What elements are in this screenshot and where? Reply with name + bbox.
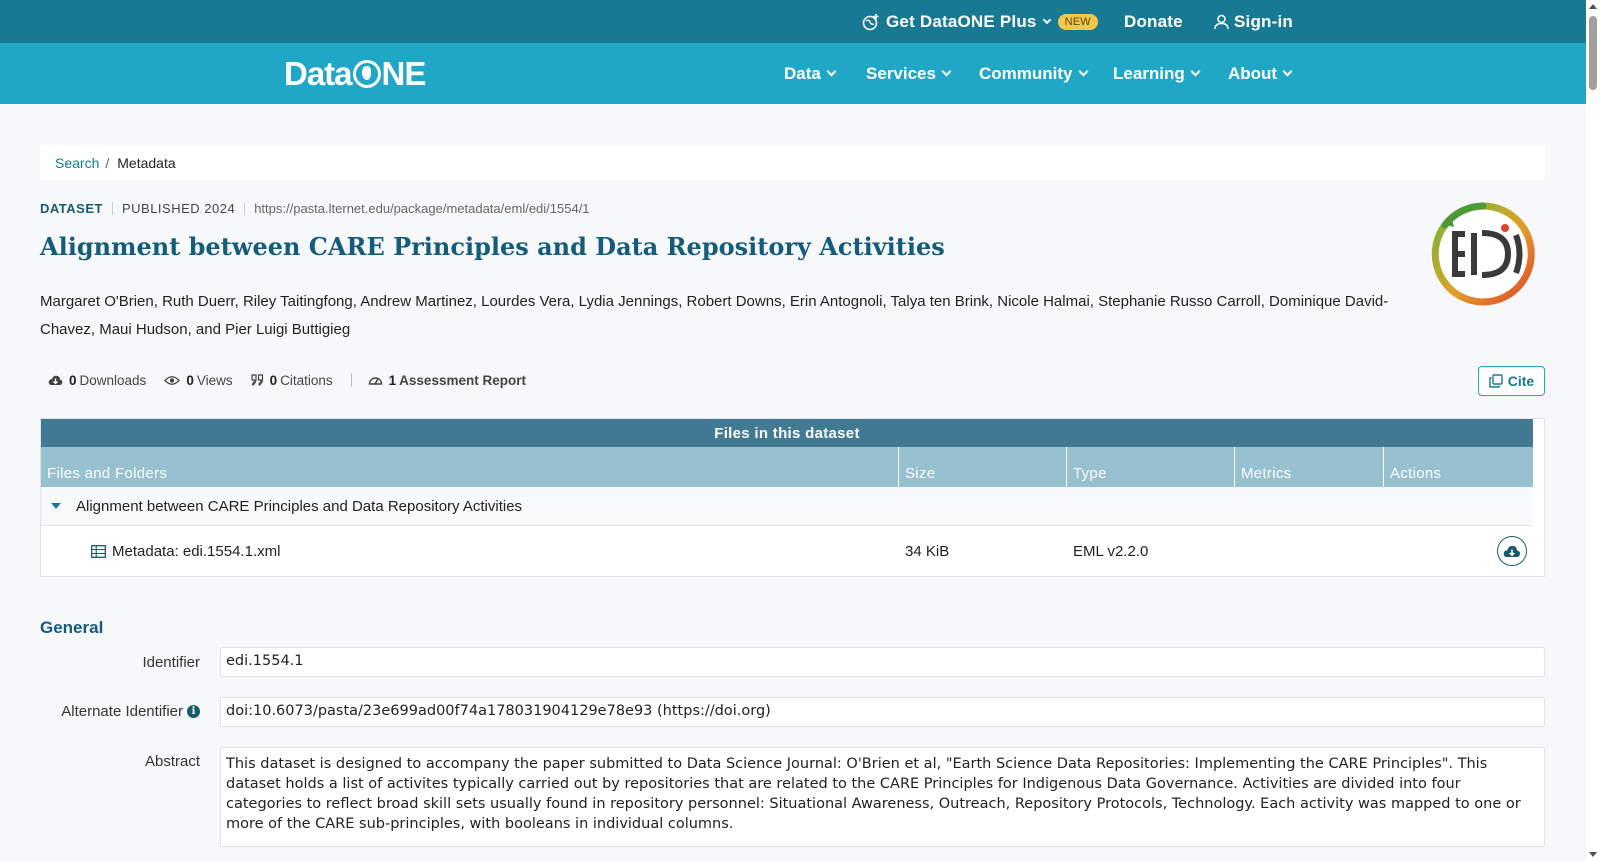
column-header-files[interactable]: Files and Folders [41, 447, 899, 487]
new-badge: NEW [1057, 13, 1098, 30]
published-year: PUBLISHED 2024 [121, 200, 236, 216]
citations-label: Citations [280, 372, 333, 388]
dataset-authors: Margaret O'Brien, Ruth Duerr, Riley Tait… [40, 293, 1389, 338]
assessment-count: 1 [388, 372, 397, 388]
downloads-label: Downloads [79, 372, 147, 388]
edi-logo[interactable] [1430, 201, 1536, 307]
dataset-metrics: 0 Downloads 0 Views 0 Citations 1 Assess… [48, 370, 544, 390]
dataset-url[interactable]: https://pasta.lternet.edu/package/metada… [254, 201, 589, 216]
caret-down-icon[interactable] [51, 503, 61, 509]
downloads-count: 0 [69, 372, 77, 388]
table-icon [91, 545, 106, 558]
breadcrumb: Search / Metadata [40, 145, 1545, 180]
column-header-metrics: Metrics [1235, 447, 1384, 487]
file-name-cell[interactable]: Metadata: edi.1554.1.xml [91, 527, 280, 576]
cite-button[interactable]: Cite [1478, 366, 1545, 396]
user-icon [1214, 14, 1229, 29]
utility-bar: Get DataONE Plus NEW Donate Sign-in [0, 0, 1586, 43]
files-table: Files in this dataset Files and Folders … [40, 418, 1545, 577]
alternate-identifier-label-text: Alternate Identifier [61, 702, 183, 720]
abstract-label-text: Abstract [144, 752, 200, 770]
chevron-down-icon [1078, 66, 1088, 77]
dataset-title: Alignment between CARE Principles and Da… [40, 232, 945, 261]
cloud-download-icon [48, 375, 63, 385]
breadcrumb-current: Metadata [117, 154, 176, 171]
assessment-label: Assessment Report [399, 372, 526, 388]
views-count: 0 [186, 372, 194, 388]
page-scrollbar[interactable] [1586, 0, 1600, 861]
donate-link[interactable]: Donate [1124, 0, 1183, 43]
nav-services[interactable]: Services [866, 43, 952, 104]
logo-text-ne: NE [381, 55, 427, 92]
views-label: Views [196, 372, 233, 388]
cloud-download-icon [1503, 545, 1521, 557]
nav-data-label: Data [784, 63, 821, 83]
metrics-divider [350, 373, 352, 387]
alternate-identifier-value: doi:10.6073/pasta/23e699ad00f74a17803190… [220, 697, 1545, 727]
identifier-label-text: Identifier [142, 653, 200, 671]
citations-metric: 0 Citations [251, 373, 333, 388]
abstract-value: This dataset is designed to accompany th… [220, 747, 1545, 847]
folder-name: Alignment between CARE Principles and Da… [76, 497, 523, 515]
abstract-label: Abstract [0, 751, 200, 771]
breadcrumb-separator: / [105, 154, 110, 171]
chevron-down-icon [1042, 15, 1051, 24]
get-dataone-plus-label: Get DataONE Plus [886, 11, 1037, 31]
nav-community-label: Community [979, 63, 1073, 83]
dataone-logo[interactable]: Data NE [284, 55, 427, 93]
nav-about[interactable]: About [1228, 43, 1293, 104]
copy-icon [1489, 374, 1503, 388]
main-navbar: Data NE Data Services Community Learning… [0, 43, 1586, 104]
scroll-down-arrow-icon[interactable] [1589, 852, 1597, 857]
identifier-label: Identifier [0, 652, 200, 672]
info-icon[interactable]: i [187, 704, 200, 718]
chevron-down-icon [941, 66, 952, 77]
nav-community[interactable]: Community [979, 43, 1088, 104]
download-button[interactable] [1497, 536, 1527, 566]
files-table-header: Files and Folders Size Type Metrics Acti… [41, 447, 1533, 487]
file-size: 34 KiB [905, 543, 950, 560]
divider [111, 201, 113, 215]
column-header-type[interactable]: Type [1067, 447, 1235, 487]
get-dataone-plus-menu[interactable]: Get DataONE Plus NEW [862, 0, 1098, 43]
table-row: Metadata: edi.1554.1.xml 34 KiB EML v2.2… [41, 527, 1533, 576]
divider [244, 201, 246, 215]
column-header-actions: Actions [1390, 465, 1442, 482]
cite-button-label: Cite [1507, 373, 1535, 389]
scrollbar-thumb[interactable] [1589, 16, 1597, 90]
scroll-up-arrow-icon[interactable] [1589, 4, 1597, 9]
citations-count: 0 [269, 372, 278, 388]
alternate-identifier-label: Alternate Identifier i [0, 701, 200, 721]
nav-about-label: About [1228, 63, 1278, 83]
nav-services-label: Services [866, 63, 936, 83]
dataset-meta-line: DATASET PUBLISHED 2024 https://pasta.lte… [40, 199, 590, 217]
views-metric: 0 Views [164, 372, 233, 388]
sign-in-label: Sign-in [1234, 11, 1293, 31]
quote-icon [251, 374, 263, 386]
nav-learning[interactable]: Learning [1113, 43, 1201, 104]
downloads-metric: 0 Downloads [48, 373, 146, 388]
logo-text-data: Data [284, 55, 353, 92]
column-header-size[interactable]: Size [899, 447, 1067, 487]
chevron-down-icon [826, 66, 837, 77]
nav-learning-label: Learning [1113, 63, 1185, 83]
file-type: EML v2.2.0 [1073, 543, 1149, 560]
identifier-value: edi.1554.1 [220, 647, 1545, 677]
gauge-icon [368, 377, 382, 385]
chevron-down-icon [1282, 66, 1293, 77]
breadcrumb-search-link[interactable]: Search [55, 155, 99, 171]
dataset-type-label: DATASET [40, 200, 103, 216]
files-table-title: Files in this dataset [41, 419, 1533, 447]
general-section-title: General [40, 618, 104, 637]
file-name: Metadata: edi.1554.1.xml [112, 543, 281, 560]
folder-row[interactable]: Alignment between CARE Principles and Da… [41, 487, 1533, 526]
assessment-metric[interactable]: 1 Assessment Report [368, 373, 526, 388]
nav-data[interactable]: Data [784, 43, 837, 104]
chevron-down-icon [1190, 66, 1201, 77]
eye-icon [164, 375, 181, 385]
sign-in-link[interactable]: Sign-in [1214, 0, 1293, 43]
globe-icon [352, 60, 381, 88]
globe-plus-icon [862, 13, 879, 30]
